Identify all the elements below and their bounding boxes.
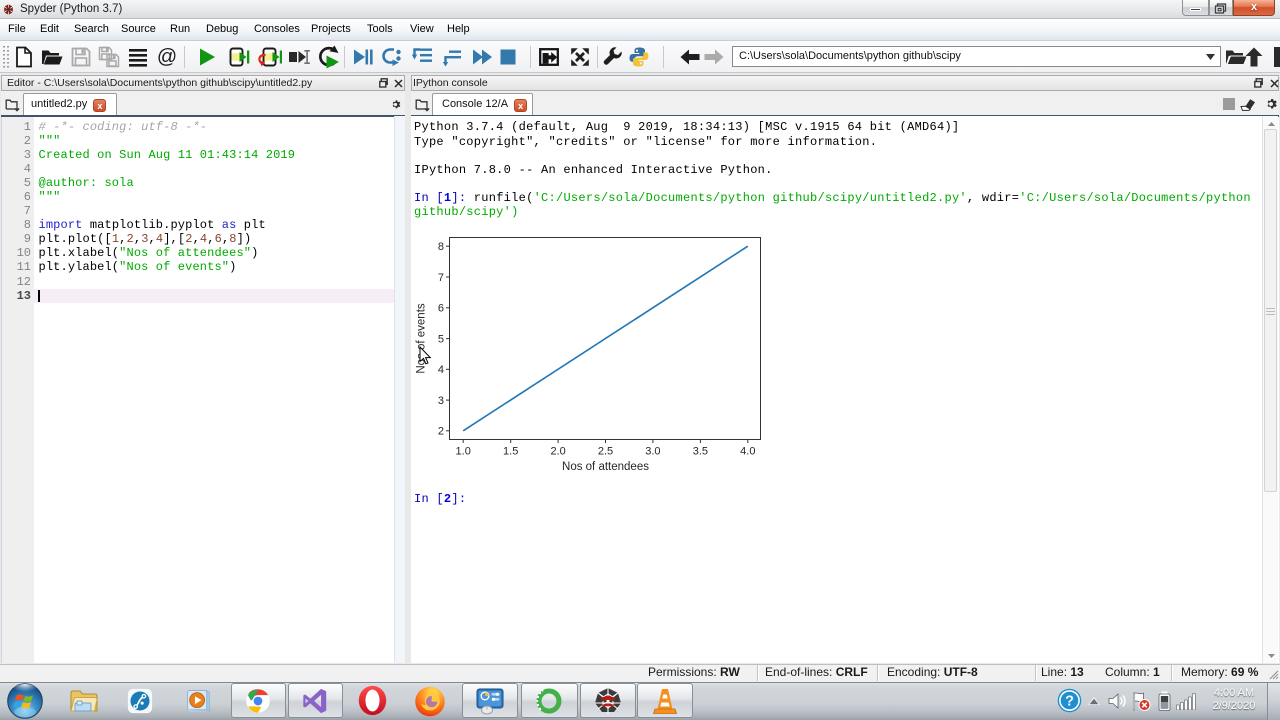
svg-text:5: 5 <box>438 333 444 345</box>
svg-text:1.5: 1.5 <box>503 446 518 458</box>
svg-text:3: 3 <box>438 395 444 407</box>
svg-text:2.5: 2.5 <box>598 446 613 458</box>
svg-text:7: 7 <box>438 272 444 284</box>
svg-text:8: 8 <box>438 241 444 253</box>
svg-text:Nos of attendees: Nos of attendees <box>562 461 649 473</box>
svg-text:3.5: 3.5 <box>693 446 708 458</box>
svg-text:3.0: 3.0 <box>645 446 660 458</box>
svg-text:2: 2 <box>438 426 444 438</box>
svg-text:?: ? <box>1065 694 1074 710</box>
svg-text:6: 6 <box>438 303 444 315</box>
svg-text:4.0: 4.0 <box>740 446 755 458</box>
svg-text:4: 4 <box>438 364 444 376</box>
svg-text:2.0: 2.0 <box>550 446 565 458</box>
svg-text:1.0: 1.0 <box>456 446 471 458</box>
